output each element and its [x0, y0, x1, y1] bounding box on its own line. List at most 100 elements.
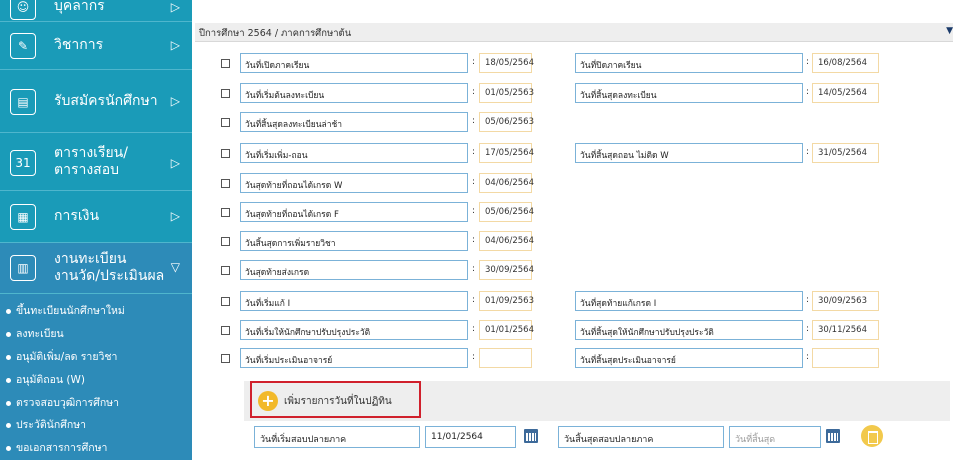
date-value[interactable]: 17/05/2564 — [479, 143, 534, 163]
colon-separator: : — [472, 147, 476, 157]
personnel-icon: ☺ — [10, 0, 36, 20]
submenu-item[interactable]: ขึ้นทะเบียนนักศึกษาใหม่ — [6, 302, 125, 319]
colon-separator: : — [806, 352, 810, 362]
colon-separator: : — [472, 295, 476, 305]
date-value[interactable]: 30/11/2564 — [812, 320, 879, 340]
submenu-item[interactable]: ขอเอกสารการศึกษา — [6, 439, 107, 456]
date-label: วันสุดท้ายส่งเกรด — [240, 260, 468, 280]
chevron-down-icon: ▽ — [170, 260, 180, 274]
date-label: วันที่สิ้นสุดถอน ไม่ติด W — [575, 143, 803, 163]
calendar-icon[interactable] — [524, 429, 538, 443]
sidebar: ☺ บุคลากร ▷ ✎ วิชาการ ▷ ▤ รับสมัครนักศึก… — [0, 0, 192, 460]
date-value[interactable]: 30/09/2563 — [812, 291, 879, 311]
date-value[interactable]: 16/08/2564 — [812, 53, 879, 73]
row-checkbox[interactable] — [221, 297, 230, 306]
sidebar-item-academic[interactable]: ✎ วิชาการ ▷ — [0, 22, 192, 70]
term-header[interactable]: ปีการศึกษา 2564 / ภาคการศึกษาต้น ▼ — [195, 23, 953, 42]
date-label: วันที่เริ่มประเมินอาจารย์ — [240, 348, 468, 368]
sidebar-item-label: รับสมัครนักศึกษา — [54, 93, 158, 109]
date-value[interactable]: 14/05/2564 — [812, 83, 879, 103]
row-checkbox[interactable] — [221, 326, 230, 335]
date-value[interactable] — [812, 348, 879, 368]
row-checkbox[interactable] — [221, 208, 230, 217]
colon-separator: : — [472, 57, 476, 67]
sidebar-item-label: การเงิน — [54, 208, 100, 224]
notebook-icon: ▤ — [10, 89, 36, 115]
date-value[interactable]: 05/06/2564 — [479, 202, 534, 222]
sidebar-item-label: บุคลากร — [54, 0, 105, 14]
date-label: วันที่สิ้นสุดลงทะเบียนล่าช้า — [240, 112, 468, 132]
submenu-item[interactable]: อนุมัติเพิ่ม/ลด รายวิชา — [6, 348, 117, 365]
new-end-label-field[interactable]: วันสิ้นสุดสอบปลายภาค — [558, 426, 724, 448]
colon-separator: : — [806, 295, 810, 305]
date-label: วันสิ้นสุดการเพิ่มรายวิชา — [240, 231, 468, 251]
chevron-right-icon: ▷ — [170, 0, 180, 14]
registration-submenu: ขึ้นทะเบียนนักศึกษาใหม่ ลงทะเบียน อนุมัต… — [0, 294, 192, 460]
date-value[interactable]: 30/09/2564 — [479, 260, 534, 280]
date-value[interactable]: 04/06/2564 — [479, 173, 534, 193]
date-value[interactable]: 01/01/2564 — [479, 320, 534, 340]
new-start-label-field[interactable]: วันที่เริ่มสอบปลายภาค — [254, 426, 420, 448]
bullet-icon — [6, 377, 11, 383]
new-start-date-field[interactable]: 11/01/2564 — [425, 426, 516, 448]
date-label: วันที่ปิดภาคเรียน — [575, 53, 803, 73]
date-label: วันที่สิ้นสุดลงทะเบียน — [575, 83, 803, 103]
caret-down-icon[interactable]: ▼ — [946, 26, 953, 36]
colon-separator: : — [472, 87, 476, 97]
bullet-icon — [6, 308, 11, 314]
row-checkbox[interactable] — [221, 118, 230, 127]
chevron-right-icon: ▷ — [170, 209, 180, 223]
bullet-icon — [6, 445, 11, 451]
sidebar-item-personnel[interactable]: ☺ บุคลากร ▷ — [0, 0, 192, 22]
row-checkbox[interactable] — [221, 237, 230, 246]
bullet-icon — [6, 331, 11, 337]
sidebar-item-registration[interactable]: ▥ งานทะเบียน งานวัด/ประเมินผล ▽ — [0, 243, 192, 294]
registration-icon: ▥ — [10, 255, 36, 281]
row-checkbox[interactable] — [221, 354, 230, 363]
row-checkbox[interactable] — [221, 149, 230, 158]
date-value[interactable]: 05/06/2563 — [479, 112, 534, 132]
colon-separator: : — [806, 87, 810, 97]
date-value[interactable]: 18/05/2564 — [479, 53, 534, 73]
row-checkbox[interactable] — [221, 266, 230, 275]
academic-icon: ✎ — [10, 33, 36, 59]
date-value[interactable]: 31/05/2564 — [812, 143, 879, 163]
sidebar-item-admission[interactable]: ▤ รับสมัครนักศึกษา ▷ — [0, 70, 192, 133]
sidebar-item-label: งานทะเบียน — [54, 251, 127, 267]
colon-separator: : — [472, 352, 476, 362]
sidebar-item-label: ตารางเรียน/ — [54, 145, 128, 161]
colon-separator: : — [806, 147, 810, 157]
date-value[interactable]: 04/06/2564 — [479, 231, 534, 251]
row-checkbox[interactable] — [221, 89, 230, 98]
calendar-icon: 31 — [10, 150, 36, 176]
submenu-item[interactable]: ประวัตินักศึกษา — [6, 416, 86, 433]
row-checkbox[interactable] — [221, 179, 230, 188]
sidebar-item-schedule[interactable]: 31 ตารางเรียน/ ตารางสอบ ▷ — [0, 133, 192, 191]
sidebar-item-label-2: ตารางสอบ — [54, 162, 120, 178]
submenu-item[interactable]: ตรวจสอบวุฒิการศึกษา — [6, 394, 119, 411]
add-calendar-date-button[interactable]: + เพิ่มรายการวันที่ในปฏิทิน — [250, 381, 421, 418]
date-value[interactable] — [479, 348, 532, 368]
colon-separator: : — [472, 177, 476, 187]
date-label: วันสุดท้ายที่ถอนได้เกรด F — [240, 202, 468, 222]
colon-separator: : — [472, 324, 476, 334]
bullet-icon — [6, 400, 11, 406]
date-label: วันที่เริ่มให้นักศึกษาปรับปรุงประวัติ — [240, 320, 468, 340]
chevron-right-icon: ▷ — [170, 38, 180, 52]
submenu-item[interactable]: อนุมัติถอน (W) — [6, 371, 85, 388]
colon-separator: : — [472, 235, 476, 245]
term-title: ปีการศึกษา 2564 / ภาคการศึกษาต้น — [199, 28, 352, 39]
submenu-item[interactable]: ลงทะเบียน — [6, 325, 64, 342]
delete-icon[interactable] — [861, 425, 883, 447]
colon-separator: : — [806, 324, 810, 334]
date-value[interactable]: 01/09/2563 — [479, 291, 534, 311]
colon-separator: : — [806, 57, 810, 67]
chevron-right-icon: ▷ — [170, 156, 180, 170]
new-end-date-field[interactable]: วันที่สิ้นสุด — [729, 426, 821, 448]
row-checkbox[interactable] — [221, 59, 230, 68]
sidebar-item-label-2: งานวัด/ประเมินผล — [54, 268, 165, 284]
date-label: วันที่สิ้นสุดประเมินอาจารย์ — [575, 348, 803, 368]
sidebar-item-finance[interactable]: ▦ การเงิน ▷ — [0, 191, 192, 243]
calendar-icon[interactable] — [826, 429, 840, 443]
date-value[interactable]: 01/05/2563 — [479, 83, 534, 103]
